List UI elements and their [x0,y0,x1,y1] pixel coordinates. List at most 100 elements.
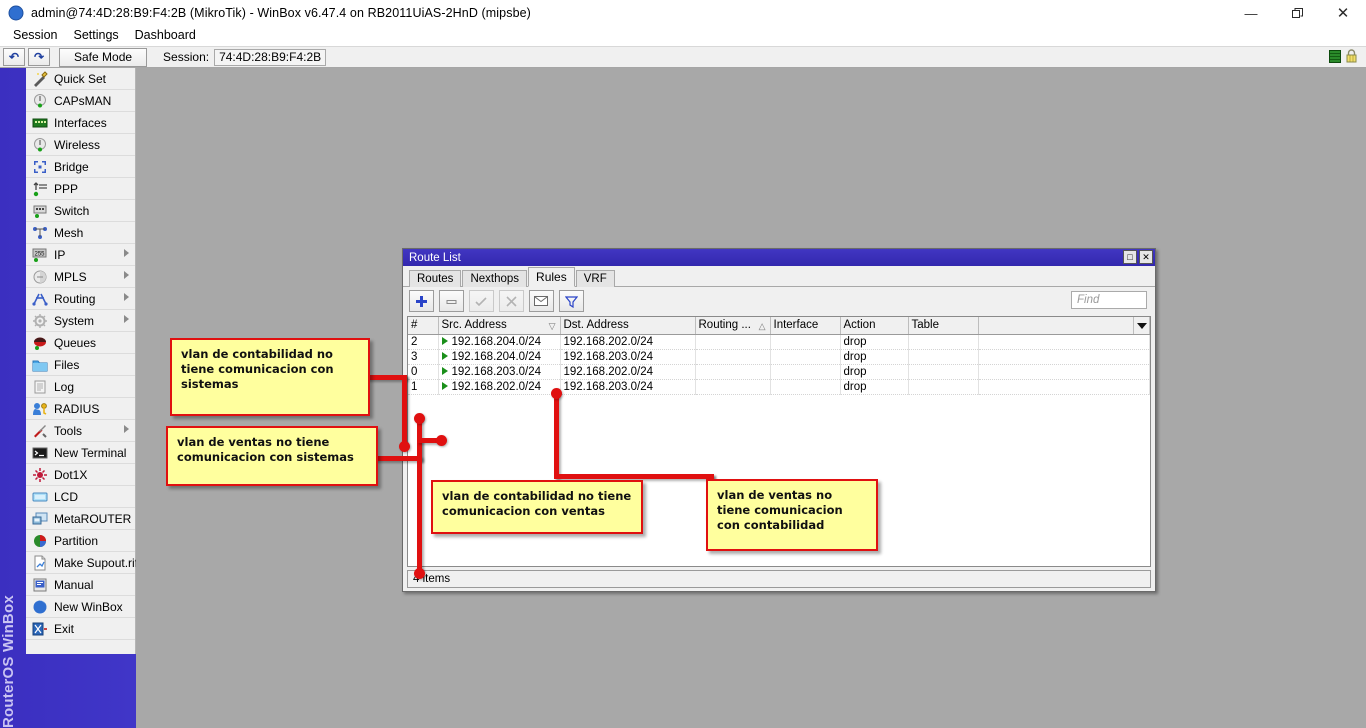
connector-note2-dot-end [414,413,425,424]
sidebar-menu-list: Quick SetCAPsMANInterfacesWirelessBridge… [26,68,136,654]
terminal-icon [32,445,48,461]
row-dst-address: 192.168.202.0/24 [560,364,695,379]
sidebar-item-queues[interactable]: Queues [26,332,135,354]
enable-button[interactable] [469,290,494,312]
redo-icon[interactable]: ↷ [28,48,50,66]
remove-button[interactable] [439,290,464,312]
tab-rules[interactable]: Rules [528,267,575,287]
column-header-table[interactable]: Table [908,317,978,334]
column-header-action[interactable]: Action [840,317,908,334]
sidebar-item-radius[interactable]: RADIUS [26,398,135,420]
column-header-routing[interactable]: Routing ...△ [695,317,770,334]
disable-button[interactable] [499,290,524,312]
sidebar-item-bridge[interactable]: Bridge [26,156,135,178]
sidebar-item-label: New WinBox [54,600,123,614]
queues-icon [32,335,48,351]
gear-icon [32,313,48,329]
add-button[interactable] [409,290,434,312]
routeros-winbox-vertical-label: RouterOS WinBox [0,68,26,728]
table-row[interactable]: 0192.168.203.0/24192.168.202.0/24drop [408,364,1150,379]
row-index: 1 [408,379,438,394]
comment-button[interactable] [529,290,554,312]
table-row[interactable]: 1192.168.202.0/24192.168.203.0/24drop [408,379,1150,394]
session-value[interactable]: 74:4D:28:B9:F4:2B [214,49,326,66]
row-dst-address-value: 192.168.202.0/24 [564,336,654,348]
sort-indicator-icon: ▽ [549,321,556,332]
undo-icon[interactable]: ↶ [3,48,25,66]
sidebar-item-wireless[interactable]: Wireless [26,134,135,156]
partition-icon [32,533,48,549]
menu-item-dashboard[interactable]: Dashboard [127,26,204,44]
sidebar-item-capsman[interactable]: CAPsMAN [26,90,135,112]
sidebar-item-make-supout-rif[interactable]: Make Supout.rif [26,552,135,574]
row-dst-address-value: 192.168.203.0/24 [564,381,654,393]
find-input[interactable]: Find [1071,291,1147,309]
menu-item-settings[interactable]: Settings [65,26,126,44]
connector-note3-dot-end [414,568,425,579]
column-header-interface[interactable]: Interface [770,317,840,334]
sidebar-item-ppp[interactable]: PPP [26,178,135,200]
sidebar-item-label: Partition [54,534,98,548]
sidebar-item-mesh[interactable]: Mesh [26,222,135,244]
row-action: drop [840,349,908,364]
row-interface [770,379,840,394]
sidebar-item-files[interactable]: Files [26,354,135,376]
sidebar-item-partition[interactable]: Partition [26,530,135,552]
filter-button[interactable] [559,290,584,312]
row-dst-address: 192.168.203.0/24 [560,349,695,364]
tab-routes[interactable]: Routes [409,270,461,287]
sidebar-item-exit[interactable]: Exit [26,618,135,640]
table-header-row: # Src. Address▽Dst. AddressRouting ...△In… [408,317,1150,334]
route-list-close-button[interactable]: ✕ [1139,250,1153,264]
row-src-address-value: 192.168.204.0/24 [452,351,542,363]
maximize-button[interactable] [1274,0,1320,26]
minimize-button[interactable]: — [1228,0,1274,26]
document-icon [32,555,48,571]
manual-icon [32,577,48,593]
sidebar-item-tools[interactable]: Tools [26,420,135,442]
close-button[interactable]: ✕ [1320,0,1366,26]
column-header-src-address[interactable]: Src. Address▽ [438,317,560,334]
menu-item-session[interactable]: Session [5,26,65,44]
sidebar-item-log[interactable]: Log [26,376,135,398]
safe-mode-button[interactable]: Safe Mode [59,48,147,67]
column-header-dst-address[interactable]: Dst. Address [560,317,695,334]
annotation-note-4-text: vlan de ventas no tiene comunicacion con… [717,488,843,532]
row-src-address-value: 192.168.202.0/24 [452,381,542,393]
sidebar-item-label: PPP [54,182,78,196]
column-header-label: # [411,319,417,331]
sidebar-item-system[interactable]: System [26,310,135,332]
table-row[interactable]: 3192.168.204.0/24192.168.203.0/24drop [408,349,1150,364]
row-blank-cell [978,349,1150,364]
connector-note1-vertical [402,375,407,446]
sidebar-item-new-winbox[interactable]: New WinBox [26,596,135,618]
sidebar-item-interfaces[interactable]: Interfaces [26,112,135,134]
sidebar-item-label: Queues [54,336,96,350]
tab-nexthops[interactable]: Nexthops [462,270,527,287]
sidebar-item-quick-set[interactable]: Quick Set [26,68,135,90]
sidebar-item-routing[interactable]: Routing [26,288,135,310]
row-index: 0 [408,364,438,379]
table-body: 2192.168.204.0/24192.168.202.0/24drop319… [408,334,1150,394]
sidebar-item-manual[interactable]: Manual [26,574,135,596]
column-header-blank[interactable] [978,317,1150,334]
row-blank-cell [978,334,1150,349]
sidebar-item-mpls[interactable]: MPLS [26,266,135,288]
folder-icon [32,357,48,373]
row-dst-address: 192.168.202.0/24 [560,334,695,349]
row-index-value: 0 [411,366,417,378]
sidebar-item-lcd[interactable]: LCD [26,486,135,508]
sidebar-item-new-terminal[interactable]: New Terminal [26,442,135,464]
sidebar-item-ip[interactable]: 255IP [26,244,135,266]
sidebar-item-dot1x[interactable]: Dot1X [26,464,135,486]
tab-vrf[interactable]: VRF [576,270,615,287]
sidebar-item-metarouter[interactable]: MetaROUTER [26,508,135,530]
route-list-maximize-button[interactable]: □ [1123,250,1137,264]
svg-text:255: 255 [34,251,45,257]
row-action-value: drop [844,366,867,378]
sidebar-item-switch[interactable]: Switch [26,200,135,222]
column-chooser-icon[interactable] [1133,317,1149,334]
column-header-[interactable]: # [408,317,438,334]
route-list-title-bar: Route List □ ✕ [403,249,1155,266]
table-row[interactable]: 2192.168.204.0/24192.168.202.0/24drop [408,334,1150,349]
